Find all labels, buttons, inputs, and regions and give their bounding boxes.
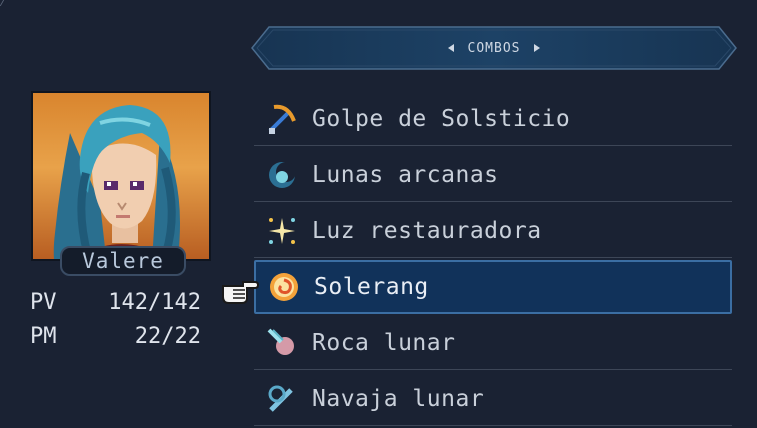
category-title: COMBOS xyxy=(467,40,521,56)
sparkle-icon xyxy=(262,211,302,251)
sun-swirl-icon xyxy=(264,267,304,307)
character-portrait-art xyxy=(53,105,180,259)
mp-label: PM xyxy=(30,324,57,349)
character-name-plate: Valere xyxy=(60,246,186,276)
moon-rock-icon xyxy=(262,323,302,363)
category-banner[interactable]: COMBOS xyxy=(251,26,737,70)
skill-item-luz-restauradora[interactable]: Luz restauradora xyxy=(254,204,732,258)
mp-value: 22/22 xyxy=(134,324,201,349)
skill-item-golpe-de-solsticio[interactable]: Golpe de Solsticio xyxy=(254,92,732,146)
sword-icon xyxy=(262,99,302,139)
corner-decoration xyxy=(0,0,14,6)
character-name: Valere xyxy=(82,249,164,273)
moon-blade-icon xyxy=(262,379,302,419)
skill-item-navaja-lunar[interactable]: Navaja lunar xyxy=(254,372,732,426)
next-category-icon[interactable] xyxy=(534,44,541,52)
skill-list: Golpe de Solsticio Lunas arcanas Luz res… xyxy=(254,92,732,428)
moon-shield-icon xyxy=(262,155,302,195)
skill-label: Roca lunar xyxy=(312,329,456,356)
skill-label: Navaja lunar xyxy=(312,385,485,412)
hp-value: 142/142 xyxy=(108,290,201,315)
previous-category-icon[interactable] xyxy=(447,44,454,52)
skill-item-roca-lunar[interactable]: Roca lunar xyxy=(254,316,732,370)
skill-label: Golpe de Solsticio xyxy=(312,105,571,132)
selection-pointer-icon xyxy=(221,276,260,310)
skill-label: Lunas arcanas xyxy=(312,161,499,188)
skill-item-lunas-arcanas[interactable]: Lunas arcanas xyxy=(254,148,732,202)
skill-label: Solerang xyxy=(314,274,429,300)
hp-label: PV xyxy=(30,290,57,315)
character-portrait xyxy=(31,91,211,261)
skill-item-solerang[interactable]: Solerang xyxy=(254,260,732,314)
skill-label: Luz restauradora xyxy=(312,217,542,244)
